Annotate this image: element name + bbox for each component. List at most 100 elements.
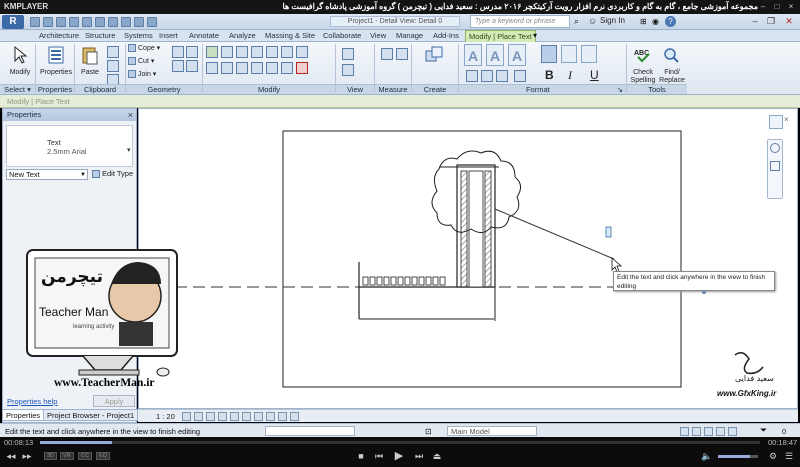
eq-toggle[interactable]: EQ xyxy=(96,452,110,460)
align-icon[interactable] xyxy=(236,46,248,58)
copy-clipboard-icon[interactable] xyxy=(107,46,119,58)
3d-view-icon[interactable] xyxy=(134,17,144,27)
volume-icon[interactable]: 🔈 xyxy=(700,451,714,462)
find-replace-button[interactable]: Find/ Replace xyxy=(658,45,686,85)
filter-icon[interactable]: ⏷ xyxy=(760,425,767,436)
tab-annotate[interactable]: Annotate xyxy=(186,30,222,42)
measure-qat-icon[interactable] xyxy=(95,17,105,27)
cut-clipboard-icon[interactable] xyxy=(107,60,119,72)
unpin-icon[interactable] xyxy=(281,62,293,74)
mirror-draw-icon[interactable] xyxy=(266,46,278,58)
crop-region-visible-icon[interactable] xyxy=(242,412,251,421)
undo-icon[interactable] xyxy=(56,17,66,27)
leader-none-button[interactable]: A xyxy=(464,44,482,66)
close-icon[interactable]: ✕ xyxy=(782,15,796,28)
tab-insert[interactable]: Insert xyxy=(156,30,181,42)
select-pinned-icon[interactable] xyxy=(704,427,713,436)
application-menu-button[interactable]: R xyxy=(2,15,24,29)
panel-select[interactable]: Select ▾ xyxy=(0,84,35,94)
player-close-icon[interactable]: × xyxy=(786,2,796,11)
leader-left-bottom-icon[interactable] xyxy=(496,70,508,82)
tab-view[interactable]: View xyxy=(367,30,389,42)
align-left-icon[interactable] xyxy=(541,45,557,63)
select-links-icon[interactable] xyxy=(680,427,689,436)
drawing-canvas[interactable]: Edit the text and click anywhere in the … xyxy=(26,108,798,409)
play-icon[interactable]: ▶ xyxy=(392,449,406,462)
edit-type-button[interactable]: Edit Type xyxy=(92,169,133,179)
playlist-icon[interactable]: ☰ xyxy=(782,451,796,462)
check-spelling-button[interactable]: ABC Check Spelling xyxy=(628,45,658,85)
restore-icon[interactable]: ❐ xyxy=(764,15,778,28)
select-underlay-icon[interactable] xyxy=(692,427,701,436)
bold-icon[interactable]: B xyxy=(545,68,554,82)
rotate-icon[interactable] xyxy=(221,62,233,74)
scale-icon[interactable] xyxy=(251,62,263,74)
align-right-icon[interactable] xyxy=(581,45,597,63)
split-icon[interactable] xyxy=(296,46,308,58)
settings-icon[interactable]: ⚙ xyxy=(766,451,780,462)
split-face-icon[interactable] xyxy=(186,46,198,58)
select-by-face-icon[interactable] xyxy=(716,427,725,436)
leader-right-top-icon[interactable] xyxy=(514,70,526,82)
tab-massing-site[interactable]: Massing & Site xyxy=(262,30,318,42)
user-icon[interactable]: ☺ xyxy=(588,16,597,26)
highlight-displacement-icon[interactable] xyxy=(290,412,299,421)
array-icon[interactable] xyxy=(236,62,248,74)
underline-icon[interactable]: U xyxy=(590,68,599,82)
properties-help-link[interactable]: Properties help xyxy=(7,397,57,406)
override-graphics-icon[interactable] xyxy=(342,64,354,76)
workset-select[interactable] xyxy=(265,426,355,436)
move-icon[interactable] xyxy=(206,46,218,58)
seek-bar[interactable] xyxy=(40,441,760,444)
next-icon[interactable]: ⏭ xyxy=(412,451,426,462)
type-selector[interactable] xyxy=(6,125,133,167)
rewind-icon[interactable]: ◂◂ xyxy=(4,451,18,462)
cut-button[interactable]: Cut ▾ xyxy=(128,57,154,67)
tab-architecture[interactable]: Architecture xyxy=(36,30,82,42)
hide-in-view-icon[interactable] xyxy=(342,48,354,60)
detail-level-icon[interactable] xyxy=(182,412,191,421)
save-icon[interactable] xyxy=(43,17,53,27)
search-input[interactable]: Type a keyword or phrase xyxy=(470,15,570,28)
dimension-qat-icon[interactable] xyxy=(108,17,118,27)
properties-button[interactable]: Properties xyxy=(38,45,74,76)
redo-icon[interactable] xyxy=(69,17,79,27)
sign-in-button[interactable]: Sign In xyxy=(600,16,625,25)
open-icon[interactable] xyxy=(30,17,40,27)
drag-elements-icon[interactable] xyxy=(728,427,737,436)
tab-structure[interactable]: Structure xyxy=(82,30,118,42)
exchange-apps-icon[interactable]: ⊞ xyxy=(640,17,647,26)
vr-toggle[interactable]: VR xyxy=(60,452,74,460)
align-center-icon[interactable] xyxy=(561,45,577,63)
leader-left-mid-icon[interactable] xyxy=(481,70,493,82)
leader-two-segment-button[interactable]: A xyxy=(508,44,526,66)
tab-manage[interactable]: Manage xyxy=(393,30,426,42)
tab-project-browser[interactable]: Project Browser - Project1 xyxy=(43,409,139,421)
search-icon[interactable]: ⌕ xyxy=(574,16,579,27)
crop-view-icon[interactable] xyxy=(230,412,239,421)
tab-collaborate[interactable]: Collaborate xyxy=(320,30,364,42)
paint-icon[interactable] xyxy=(172,60,184,72)
visual-style-icon[interactable] xyxy=(194,412,203,421)
mirror-pick-icon[interactable] xyxy=(251,46,263,58)
delete-icon[interactable] xyxy=(296,62,308,74)
shadows-icon[interactable] xyxy=(218,412,227,421)
pin-icon[interactable] xyxy=(266,62,278,74)
a360-icon[interactable]: ◉ xyxy=(652,17,659,26)
offset-icon[interactable] xyxy=(221,46,233,58)
trim-icon[interactable] xyxy=(281,46,293,58)
fast-forward-icon[interactable]: ▸▸ xyxy=(20,451,34,462)
stop-icon[interactable]: ■ xyxy=(354,451,368,461)
create-group-button[interactable] xyxy=(414,45,454,69)
zoom-icon[interactable] xyxy=(770,161,780,171)
minimize-icon[interactable]: – xyxy=(748,15,762,28)
cc-toggle[interactable]: CC xyxy=(78,452,92,460)
tab-properties[interactable]: Properties xyxy=(2,409,45,421)
ribbon-toggle-icon[interactable]: ▾ xyxy=(533,31,537,40)
paste-button[interactable]: Paste xyxy=(77,45,103,76)
tab-analyze[interactable]: Analyze xyxy=(226,30,259,42)
viewport-close-icon[interactable]: × xyxy=(784,115,789,124)
text-qat-icon[interactable] xyxy=(121,17,131,27)
type-selector-arrow-icon[interactable]: ▾ xyxy=(127,146,131,154)
tab-systems[interactable]: Systems xyxy=(121,30,156,42)
